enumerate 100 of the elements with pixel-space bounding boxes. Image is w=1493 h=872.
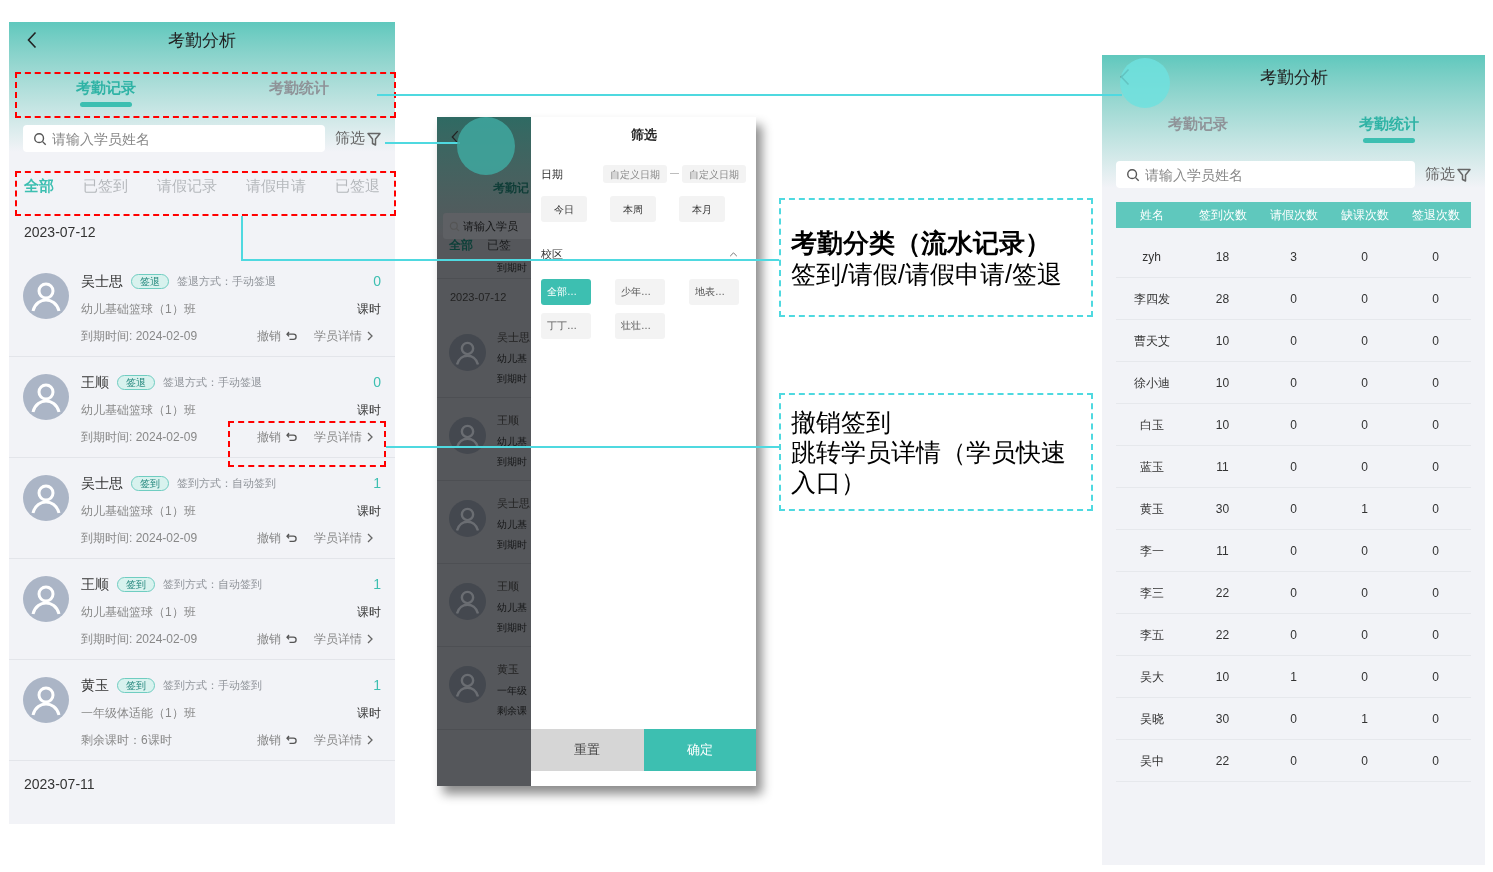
detail-link[interactable]: 学员详情 [314, 629, 373, 648]
date-heading: 2023-07-11 [24, 775, 95, 794]
column-header: 签到次数 [1197, 207, 1248, 224]
campus-chip[interactable]: 少年… [615, 278, 665, 305]
annotation-text: 签到/请假/请假申请/签退 [791, 258, 1063, 289]
column-header: 签退次数 [1410, 207, 1461, 224]
date-heading: 2023-07-12 [24, 223, 96, 242]
reset-button[interactable]: 重置 [531, 729, 644, 771]
confirm-button[interactable]: 确定 [643, 729, 756, 771]
status-badge: 签到 [117, 577, 155, 592]
table-cell-text: 0 [1360, 668, 1369, 686]
class-name: 幼儿基础篮球（1）班 [81, 300, 196, 318]
detail-link[interactable]: 学员详情 [314, 730, 373, 749]
table-cell-text: 李四发 [1132, 290, 1171, 308]
table-cell-text: 1 [1360, 500, 1369, 518]
avatar-icon [449, 583, 486, 620]
date-heading: 2023-07-12 [450, 289, 507, 305]
table-cell-text: 0 [1289, 626, 1298, 644]
table-cell-text: 0 [1289, 374, 1298, 392]
table-cell-text: 吴晓 [1138, 710, 1165, 728]
table-cell-text: 0 [1360, 332, 1369, 350]
table-cell-text: 11 [1215, 542, 1230, 560]
table-cell-text: 0 [1431, 710, 1440, 728]
table-cell-text: 0 [1360, 248, 1369, 266]
table-cell-text: 0 [1289, 290, 1298, 308]
search-field[interactable]: 请输入学员姓名 [23, 125, 325, 152]
table-cell-text: 22 [1214, 584, 1231, 602]
table-cell-text: 28 [1214, 290, 1231, 308]
category-tab[interactable]: 请假申请 [246, 174, 306, 198]
table-cell-text: 0 [1431, 500, 1440, 518]
date-field[interactable]: 自定义日期 [682, 165, 746, 183]
avatar-icon [449, 666, 486, 703]
date-chip[interactable]: 本月 [679, 196, 725, 222]
category-tab[interactable]: 已签退 [335, 174, 380, 198]
table-cell-text: 10 [1214, 668, 1231, 686]
table-cell-text: 0 [1360, 584, 1369, 602]
table-cell-text: 10 [1214, 416, 1231, 434]
info-text: 到期时间: 2024-02-09 [81, 327, 198, 345]
info-text: 到期时间: 2024-02-09 [81, 428, 198, 446]
table-cell-text: 10 [1214, 332, 1231, 350]
method-text: 签到方式：自动签到 [163, 577, 262, 593]
category-tab[interactable]: 请假记录 [157, 174, 217, 198]
search-icon [1126, 168, 1140, 182]
search-field[interactable]: 请输入学员姓名 [1116, 161, 1415, 188]
back-icon[interactable] [27, 31, 37, 49]
table-cell-text: 徐小迪 [1132, 374, 1171, 392]
campus-chip[interactable]: 丁丁… [541, 312, 591, 339]
date-chip[interactable]: 今日 [541, 196, 587, 222]
column-header: 缺课次数 [1339, 207, 1390, 224]
screen-title: 考勤分析 [1259, 67, 1328, 90]
campus-chip[interactable]: 全部… [541, 278, 591, 305]
campus-chip[interactable]: 壮壮… [615, 312, 665, 339]
filter-button[interactable]: 筛选 [1425, 163, 1471, 186]
lesson-unit: 课时 [357, 401, 381, 419]
table-cell-text: 30 [1214, 500, 1231, 518]
table-cell-text: 黄玉 [1138, 500, 1165, 518]
tab[interactable]: 考勤记录 [1167, 109, 1228, 139]
filter-button[interactable]: 筛选 [335, 127, 381, 150]
method-text: 签到方式：自动签到 [177, 476, 276, 492]
lesson-count: 1 [373, 474, 381, 493]
undo-icon [286, 734, 298, 745]
date-field[interactable]: 自定义日期 [603, 165, 667, 183]
funnel-icon [1457, 167, 1471, 182]
table-cell-text: 0 [1431, 416, 1440, 434]
table-cell-text: 1 [1360, 710, 1369, 728]
lesson-count: 1 [373, 575, 381, 594]
student-name: 王顺 [81, 373, 109, 392]
detail-link[interactable]: 学员详情 [314, 427, 373, 446]
undo-link[interactable]: 撤销 [257, 629, 298, 648]
tab-label: 考勤记 [493, 181, 529, 195]
tab[interactable]: 考勤统计 [268, 73, 329, 103]
date-chip[interactable]: 本周 [610, 196, 656, 222]
avatar-icon [449, 334, 486, 371]
avatar-icon [23, 475, 69, 521]
student-name: 王顺 [81, 575, 109, 594]
undo-icon [286, 532, 298, 543]
caret-up-icon[interactable] [729, 251, 738, 257]
campus-chip[interactable]: 地表… [689, 278, 739, 305]
undo-link[interactable]: 撤销 [257, 326, 298, 345]
table-cell-text: 22 [1214, 626, 1231, 644]
undo-link[interactable]: 撤销 [257, 730, 298, 749]
table-cell-text: 30 [1214, 710, 1231, 728]
table-cell-text: 蓝玉 [1138, 458, 1165, 476]
search-icon [33, 132, 47, 146]
category-tab[interactable]: 已签到 [83, 174, 128, 198]
table-cell-text: 0 [1431, 290, 1440, 308]
table-cell-text: 18 [1214, 248, 1231, 266]
category-tab[interactable]: 全部 [24, 174, 54, 198]
table-cell-text: 0 [1431, 332, 1440, 350]
lesson-unit: 课时 [357, 300, 381, 318]
undo-link[interactable]: 撤销 [257, 528, 298, 547]
status-badge: 签到 [131, 476, 169, 491]
table-cell-text: 0 [1431, 626, 1440, 644]
detail-link[interactable]: 学员详情 [314, 528, 373, 547]
table-cell-text: 0 [1360, 290, 1369, 308]
undo-link[interactable]: 撤销 [257, 427, 298, 446]
detail-link[interactable]: 学员详情 [314, 326, 373, 345]
undo-icon [286, 330, 298, 341]
undo-icon [286, 431, 298, 442]
table-cell-text: 李三 [1138, 584, 1165, 602]
